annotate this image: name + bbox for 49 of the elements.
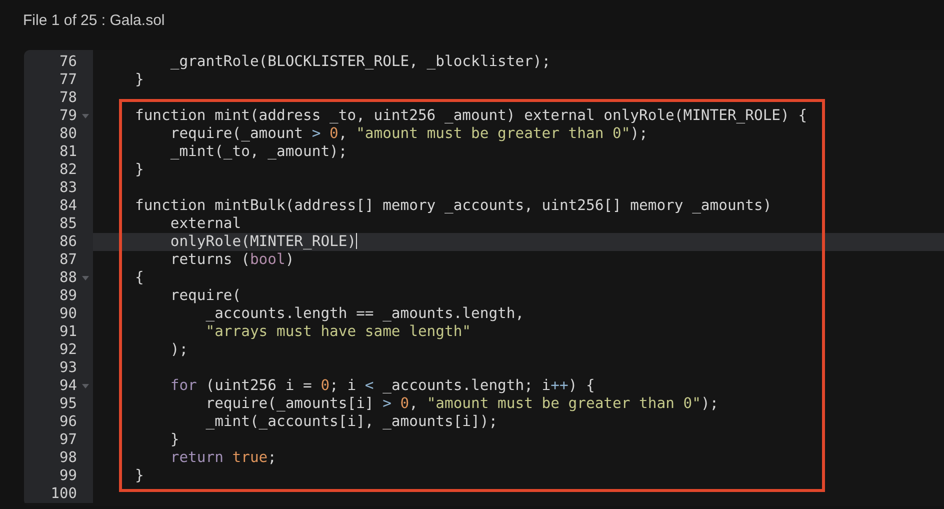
line-number: 98 xyxy=(58,449,77,467)
line-number: 76 xyxy=(58,53,77,71)
code-line: _grantRole(BLOCKLISTER_ROLE, _blocklister); xyxy=(169,53,552,71)
code-line: require(_amount > 0, "amount must be greater than 0"); xyxy=(169,125,649,143)
line-number: 95 xyxy=(58,395,77,413)
line-number: 86 xyxy=(58,233,77,251)
line-number: 85 xyxy=(58,215,77,233)
code-line: _mint(_accounts[i], _amounts[i]); xyxy=(204,413,499,431)
code-line: } xyxy=(134,467,145,485)
code-line: return true; xyxy=(169,449,278,467)
line-number: 84 xyxy=(58,197,77,215)
line-number: 88 xyxy=(58,269,77,287)
line-number: 96 xyxy=(58,413,77,431)
line-number: 89 xyxy=(58,287,77,305)
line-number: 100 xyxy=(50,485,77,503)
code-line: function mint(address _to, uint256 _amount) external onlyRole(MINTER_ROLE) { xyxy=(134,107,808,125)
code-line: _mint(_to, _amount); xyxy=(169,143,348,161)
line-number: 83 xyxy=(58,179,77,197)
line-number: 77 xyxy=(58,71,77,89)
fold-caret-icon[interactable] xyxy=(82,276,88,280)
line-number: 87 xyxy=(58,251,77,269)
code-line: require( xyxy=(169,287,242,305)
code-line: function mintBulk(address[] memory _accounts, uint256[] memory _amounts) xyxy=(134,197,773,215)
line-number: 82 xyxy=(58,161,77,179)
line-number: 78 xyxy=(58,89,77,107)
code-line: _accounts.length == _amounts.length, xyxy=(204,305,526,323)
line-number: 81 xyxy=(58,143,77,161)
code-line: "arrays must have same length" xyxy=(204,323,472,341)
line-number: 79 xyxy=(58,107,77,125)
code-line: } xyxy=(134,71,145,89)
line-number: 99 xyxy=(58,467,77,485)
line-number: 94 xyxy=(58,377,77,395)
line-number: 80 xyxy=(58,125,77,143)
line-number: 93 xyxy=(58,359,77,377)
fold-caret-icon[interactable] xyxy=(82,384,88,388)
fold-caret-icon[interactable] xyxy=(82,114,88,118)
code-line: ); xyxy=(169,341,190,359)
line-number: 92 xyxy=(58,341,77,359)
code-line: external xyxy=(169,215,242,233)
code-line: require(_amounts[i] > 0, "amount must be greater than 0"); xyxy=(204,395,720,413)
line-number: 97 xyxy=(58,431,77,449)
code-line: } xyxy=(169,431,180,449)
code-line: } xyxy=(134,161,145,179)
file-title: File 1 of 25 : Gala.sol xyxy=(22,11,166,31)
code-line: for (uint256 i = 0; i < _accounts.length; i++) { xyxy=(169,377,596,395)
line-number: 90 xyxy=(58,305,77,323)
line-number: 91 xyxy=(58,323,77,341)
code-line: returns (bool) xyxy=(169,251,296,269)
code-line: { xyxy=(134,269,145,287)
